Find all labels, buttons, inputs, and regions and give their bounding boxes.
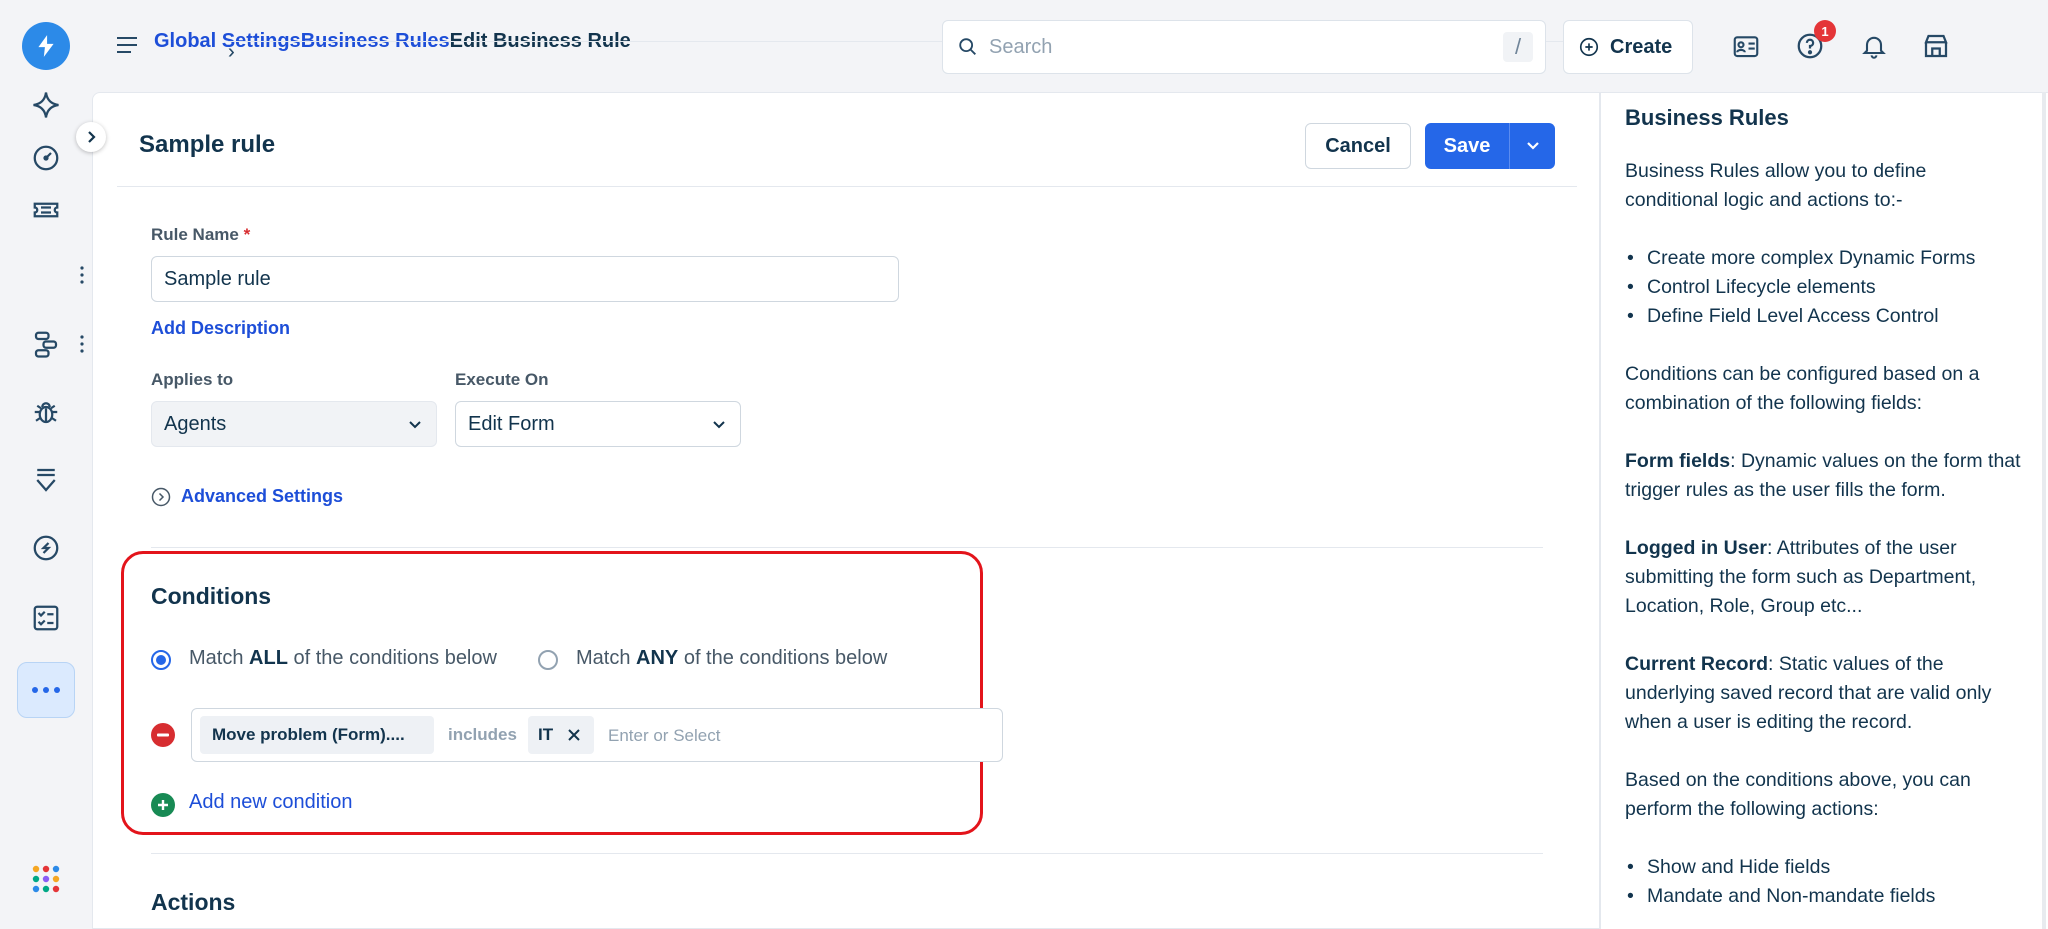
required-mark: * [243,225,251,244]
execute-on-label: Execute On [455,370,549,389]
save-button[interactable]: Save [1425,123,1555,169]
execute-on-value: Edit Form [468,412,555,435]
create-label: Create [1610,35,1673,58]
sparkle-icon[interactable] [26,85,66,125]
help-notification-badge: 1 [1814,20,1836,42]
help-actions-list: Show and Hide fields Mandate and Non-man… [1625,853,2024,911]
chevron-down-icon [409,421,421,429]
match-all-pre: Match [189,647,250,669]
execute-on-select[interactable]: Edit Form [455,401,741,447]
section-divider [151,853,1543,854]
chevron-down-icon [713,421,725,429]
app-logo-icon[interactable] [22,22,70,70]
condition-operator[interactable]: includes [448,725,517,745]
create-button[interactable]: Create [1563,20,1693,74]
condition-field-chip[interactable]: Move problem (Form).... [200,716,434,754]
ticket-more-icon[interactable] [76,263,88,287]
close-icon[interactable] [567,728,581,742]
rule-name-label-text: Rule Name [151,225,239,244]
help-logged-user: Logged in User: Attributes of the user s… [1625,534,2024,621]
ticket-icon[interactable] [26,190,66,230]
conditions-title: Conditions [151,583,272,609]
applies-to-value: Agents [164,412,227,435]
breadcrumb: Global Settings › Business Rules › Edit … [154,30,1620,63]
store-icon[interactable] [1918,28,1954,64]
actions-title: Actions [151,889,236,915]
chevron-circle-right-icon [151,487,171,506]
help-term: Form fields [1625,450,1731,472]
match-all-label[interactable]: Match ALL of the conditions below [189,647,497,670]
help-capabilities-list: Create more complex Dynamic Forms Contro… [1625,244,2024,331]
advanced-settings-label: Advanced Settings [181,486,344,506]
help-scrollbar[interactable] [2042,92,2046,929]
workflow-more-icon[interactable] [76,332,88,356]
global-search: / [942,20,1546,74]
rule-name-label: Rule Name * [151,225,250,245]
condition-row: Move problem (Form).... includes IT [191,708,1003,762]
plus-icon [158,800,168,810]
workflow-icon[interactable] [26,324,66,364]
top-bar: Global Settings › Business Rules › Edit … [92,0,2048,92]
search-shortcut-key: / [1503,32,1533,62]
condition-value-input[interactable] [608,723,908,749]
help-panel: Business Rules Business Rules allow you … [1600,92,2048,929]
add-condition-icon[interactable] [151,793,175,817]
match-any-key: ANY [636,647,679,669]
help-intro: Business Rules allow you to define condi… [1625,160,1927,211]
cancel-button[interactable]: Cancel [1305,123,1411,169]
chevron-down-icon [1526,142,1539,150]
shield-stack-icon[interactable] [26,460,66,500]
bell-icon[interactable] [1856,28,1892,64]
list-item: Mandate and Non-mandate fields [1625,882,2024,911]
match-all-key: ALL [249,647,288,669]
checklist-icon[interactable] [26,598,66,638]
match-any-label[interactable]: Match ANY of the conditions below [576,647,887,670]
list-item: Control Lifecycle elements [1625,273,2024,302]
save-options-button[interactable] [1510,141,1555,151]
match-all-post: of the conditions below [287,647,497,669]
match-any-radio[interactable] [538,650,558,670]
help-current-record: Current Record: Static values of the und… [1625,650,2024,737]
plus-circle-icon [1579,37,1599,57]
list-item: Define Field Level Access Control [1625,302,2024,331]
help-conditions-text: Conditions can be configured based on a … [1625,363,1980,414]
minus-icon [157,733,169,737]
list-item: Create more complex Dynamic Forms [1625,244,2024,273]
help-actions-text: Based on the conditions above, you can p… [1625,769,1971,820]
contact-card-icon[interactable] [1728,28,1764,64]
list-item: Show and Hide fields [1625,853,2024,882]
search-icon [959,38,976,55]
header-divider [117,186,1577,187]
rule-name-input[interactable] [151,256,899,302]
expand-sidebar-button[interactable] [76,122,106,152]
dashboard-gauge-icon[interactable] [26,138,66,178]
app-switcher-icon[interactable] [31,864,61,894]
condition-value-text: IT [538,725,554,744]
more-menu-icon[interactable] [17,662,75,718]
chevron-right-icon [88,131,96,143]
search-input[interactable] [989,31,1469,63]
add-description-link[interactable]: Add Description [151,318,290,339]
help-title: Business Rules [1625,105,1789,130]
rule-editor: Sample rule Cancel Save Rule Name * Add … [92,92,1600,929]
help-term: Logged in User [1625,537,1767,559]
add-condition-link[interactable]: Add new condition [189,791,352,814]
match-all-radio[interactable] [151,650,171,670]
match-any-post: of the conditions below [678,647,888,669]
match-any-pre: Match [576,647,637,669]
bug-icon[interactable] [26,392,66,432]
remove-condition-button[interactable] [151,723,175,747]
save-label: Save [1443,134,1491,157]
advanced-settings-toggle[interactable]: Advanced Settings [151,486,343,507]
compass-icon[interactable] [26,528,66,568]
applies-to-select[interactable]: Agents [151,401,437,447]
help-form-fields: Form fields: Dynamic values on the form … [1625,447,2024,505]
help-term: Current Record [1625,653,1769,675]
hamburger-menu-icon[interactable] [114,32,140,58]
applies-to-label: Applies to [151,370,234,389]
condition-value-chip: IT [528,716,594,754]
page-title: Sample rule [139,131,276,158]
section-divider [151,547,1543,548]
